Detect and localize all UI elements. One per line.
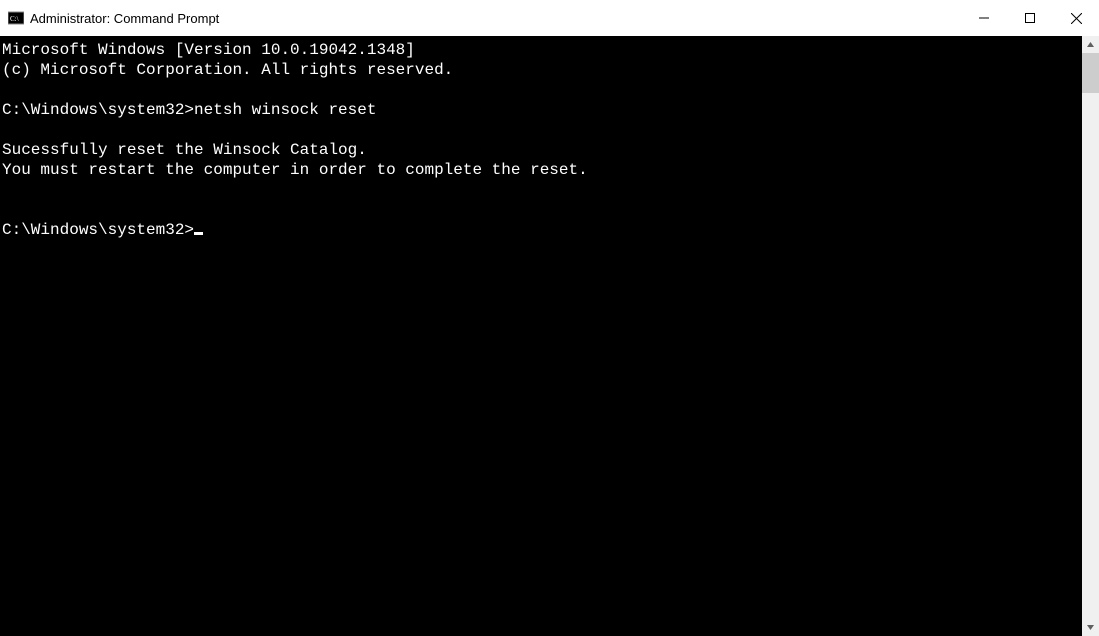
cursor bbox=[194, 232, 203, 235]
console-line bbox=[2, 80, 1082, 100]
close-button[interactable] bbox=[1053, 0, 1099, 36]
window-title: Administrator: Command Prompt bbox=[30, 11, 219, 26]
scroll-up-arrow[interactable] bbox=[1082, 36, 1099, 53]
console-line: Sucessfully reset the Winsock Catalog. bbox=[2, 140, 1082, 160]
scroll-down-arrow[interactable] bbox=[1082, 619, 1099, 636]
console-line: C:\Windows\system32> bbox=[2, 220, 1082, 240]
window-controls bbox=[961, 0, 1099, 36]
minimize-button[interactable] bbox=[961, 0, 1007, 36]
svg-text:C:\: C:\ bbox=[10, 15, 19, 23]
console-line bbox=[2, 180, 1082, 200]
console-line: (c) Microsoft Corporation. All rights re… bbox=[2, 60, 1082, 80]
cmd-icon: C:\ bbox=[8, 10, 24, 26]
scroll-thumb[interactable] bbox=[1082, 53, 1099, 93]
console-line: Microsoft Windows [Version 10.0.19042.13… bbox=[2, 40, 1082, 60]
console-line bbox=[2, 200, 1082, 220]
console-area: Microsoft Windows [Version 10.0.19042.13… bbox=[0, 36, 1099, 636]
maximize-button[interactable] bbox=[1007, 0, 1053, 36]
titlebar[interactable]: C:\ Administrator: Command Prompt bbox=[0, 0, 1099, 36]
vertical-scrollbar[interactable] bbox=[1082, 36, 1099, 636]
console-output[interactable]: Microsoft Windows [Version 10.0.19042.13… bbox=[0, 36, 1082, 636]
console-line: You must restart the computer in order t… bbox=[2, 160, 1082, 180]
console-line bbox=[2, 120, 1082, 140]
console-line: C:\Windows\system32>netsh winsock reset bbox=[2, 100, 1082, 120]
